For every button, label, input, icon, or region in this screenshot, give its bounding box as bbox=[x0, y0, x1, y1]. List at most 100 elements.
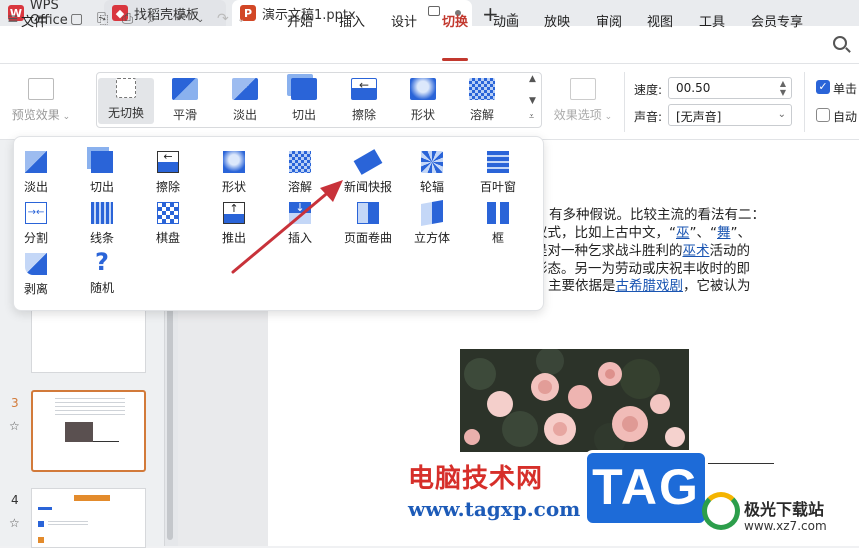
transition-smooth[interactable]: 平滑 bbox=[155, 78, 215, 123]
slide-thumbnail-2[interactable] bbox=[31, 303, 146, 373]
question-mark-icon: ? bbox=[95, 248, 109, 276]
item-label: 分割 bbox=[23, 231, 48, 245]
auto-advance-checkbox[interactable] bbox=[816, 108, 830, 122]
print-icon[interactable]: ⎙ bbox=[122, 11, 133, 27]
menu-member[interactable]: 会员专享 bbox=[751, 11, 803, 30]
watermark-logo-url: www.xz7.com bbox=[744, 519, 827, 533]
on-click-checkbox[interactable]: ✓ bbox=[816, 80, 830, 94]
save-icon[interactable]: ▢ bbox=[70, 11, 83, 27]
rose-image[interactable] bbox=[460, 349, 689, 452]
item-label: 剥离 bbox=[23, 282, 48, 296]
cut-icon bbox=[291, 78, 317, 100]
shape-icon bbox=[410, 78, 436, 100]
gallery-scroll-up-icon[interactable]: ▲ bbox=[529, 74, 536, 84]
menu-file[interactable]: 文件 bbox=[21, 11, 47, 30]
slide-text-line: 有多种假说。比较主流的看法有二： bbox=[549, 207, 765, 223]
transition-label: 溶解 bbox=[469, 108, 494, 122]
hamburger-icon[interactable]: ≡ bbox=[7, 11, 19, 27]
menu-animation[interactable]: 动画 bbox=[493, 11, 519, 30]
star-icon[interactable]: ☆ bbox=[9, 419, 20, 433]
transition-wipe[interactable]: ← 擦除 bbox=[334, 78, 394, 123]
dropdown-box[interactable]: 框 bbox=[473, 202, 523, 246]
spinner-icon[interactable]: ▲ ▼ bbox=[780, 79, 786, 97]
thumbnail-heading bbox=[38, 507, 52, 510]
blinds-icon bbox=[487, 151, 509, 173]
item-label: 棋盘 bbox=[155, 231, 180, 245]
dropdown-split[interactable]: →← 分割 bbox=[11, 202, 61, 246]
sound-select[interactable]: [无声音] ⌄ bbox=[668, 104, 792, 126]
redo-icon[interactable]: ↷ bbox=[217, 11, 229, 27]
split-icon: →← bbox=[25, 202, 47, 224]
transition-cut[interactable]: 切出 bbox=[274, 78, 334, 123]
sound-label: 声音: bbox=[634, 110, 663, 124]
dropdown-lines[interactable]: 线条 bbox=[77, 202, 127, 246]
transition-label: 切出 bbox=[291, 108, 316, 122]
item-label: 随机 bbox=[89, 281, 114, 295]
undo-icon[interactable]: ↶ bbox=[176, 11, 188, 27]
slide-thumbnail-4[interactable] bbox=[31, 488, 146, 548]
menu-transitions[interactable]: 切换 bbox=[442, 11, 468, 30]
transition-shape[interactable]: 形状 bbox=[393, 78, 453, 123]
menu-slideshow[interactable]: 放映 bbox=[544, 11, 570, 30]
dropdown-wipe[interactable]: ← 擦除 bbox=[143, 151, 193, 195]
page-curl-icon bbox=[357, 202, 379, 224]
active-tab-indicator bbox=[442, 58, 468, 61]
dropdown-cut[interactable]: 切出 bbox=[77, 151, 127, 195]
menu-design[interactable]: 设计 bbox=[391, 11, 417, 30]
dropdown-checkerboard[interactable]: 棋盘 bbox=[143, 202, 193, 246]
star-icon[interactable]: ☆ bbox=[9, 516, 20, 530]
menu-home[interactable]: 开始 bbox=[287, 11, 313, 30]
transition-fade[interactable]: 淡出 bbox=[215, 78, 275, 123]
ribbon-divider bbox=[624, 72, 625, 132]
slide-text-line: 主要依据是古希腊戏剧，它被认为 bbox=[548, 278, 751, 294]
item-label: 线条 bbox=[89, 231, 114, 245]
box-icon bbox=[487, 202, 509, 224]
transition-dissolve[interactable]: 溶解 bbox=[452, 78, 512, 123]
undo-dropdown-icon[interactable]: ⌄ bbox=[196, 14, 204, 25]
redo-dropdown-icon[interactable]: ⌄ bbox=[237, 14, 245, 25]
preview-effect-button[interactable]: 预览效果 ⌄ bbox=[8, 78, 74, 123]
watermark-logo-name: 极光下载站 bbox=[744, 500, 825, 519]
lines-icon bbox=[91, 202, 113, 224]
sound-value: [无声音] bbox=[676, 110, 722, 124]
thumbnail-line bbox=[93, 441, 119, 442]
dissolve-icon bbox=[469, 78, 495, 100]
auto-advance-label: 自动 bbox=[833, 110, 858, 124]
fade-icon bbox=[232, 78, 258, 100]
gallery-scroll-down-icon[interactable]: ▼ bbox=[529, 96, 536, 106]
dropdown-peel[interactable]: 剥离 bbox=[11, 253, 61, 297]
menu-view[interactable]: 视图 bbox=[647, 11, 673, 30]
wheel-icon bbox=[421, 151, 443, 173]
menu-tools[interactable]: 工具 bbox=[699, 11, 725, 30]
export-icon[interactable]: ⎘ bbox=[97, 11, 108, 27]
wipe-icon: ← bbox=[351, 78, 377, 100]
menu-insert[interactable]: 插入 bbox=[339, 11, 365, 30]
thumbnail-text bbox=[48, 521, 88, 527]
link-greek-drama[interactable]: 古希腊戏剧 bbox=[616, 278, 684, 294]
monitor-icon[interactable] bbox=[428, 6, 440, 16]
item-label: 框 bbox=[491, 231, 504, 245]
transition-label: 平滑 bbox=[172, 108, 197, 122]
search-icon[interactable] bbox=[833, 36, 847, 50]
ribbon-divider bbox=[804, 72, 805, 132]
menu-review[interactable]: 审阅 bbox=[596, 11, 622, 30]
dropdown-cube[interactable]: 立方体 bbox=[407, 200, 457, 246]
dropdown-random[interactable]: ? 随机 bbox=[77, 249, 127, 296]
effect-options-button[interactable]: 效果选项 ⌄ bbox=[552, 78, 614, 123]
transition-label: 无切换 bbox=[107, 106, 144, 120]
thumbnail-image bbox=[65, 422, 93, 442]
item-label: 百叶窗 bbox=[479, 180, 516, 194]
transition-none[interactable]: 无切换 bbox=[96, 78, 156, 121]
thumbnail-scrollbar[interactable] bbox=[167, 300, 173, 540]
print-preview-icon[interactable]: ⌕ bbox=[148, 11, 156, 27]
dropdown-fade[interactable]: 淡出 bbox=[11, 151, 61, 195]
dropdown-blinds[interactable]: 百叶窗 bbox=[473, 151, 523, 195]
slide-thumbnail-3[interactable] bbox=[31, 390, 146, 472]
preview-icon bbox=[28, 78, 54, 100]
watermark-site-name: 电脑技术网 bbox=[408, 464, 544, 494]
speed-input[interactable]: 00.50 ▲ ▼ bbox=[668, 77, 792, 99]
item-label: 切出 bbox=[89, 180, 114, 194]
slide-text-line: 是对一种乞求战斗胜利的巫术活动的 bbox=[534, 243, 750, 259]
dropdown-wheel[interactable]: 轮辐 bbox=[407, 151, 457, 195]
gallery-expand-icon[interactable]: ⩡ bbox=[529, 112, 534, 122]
